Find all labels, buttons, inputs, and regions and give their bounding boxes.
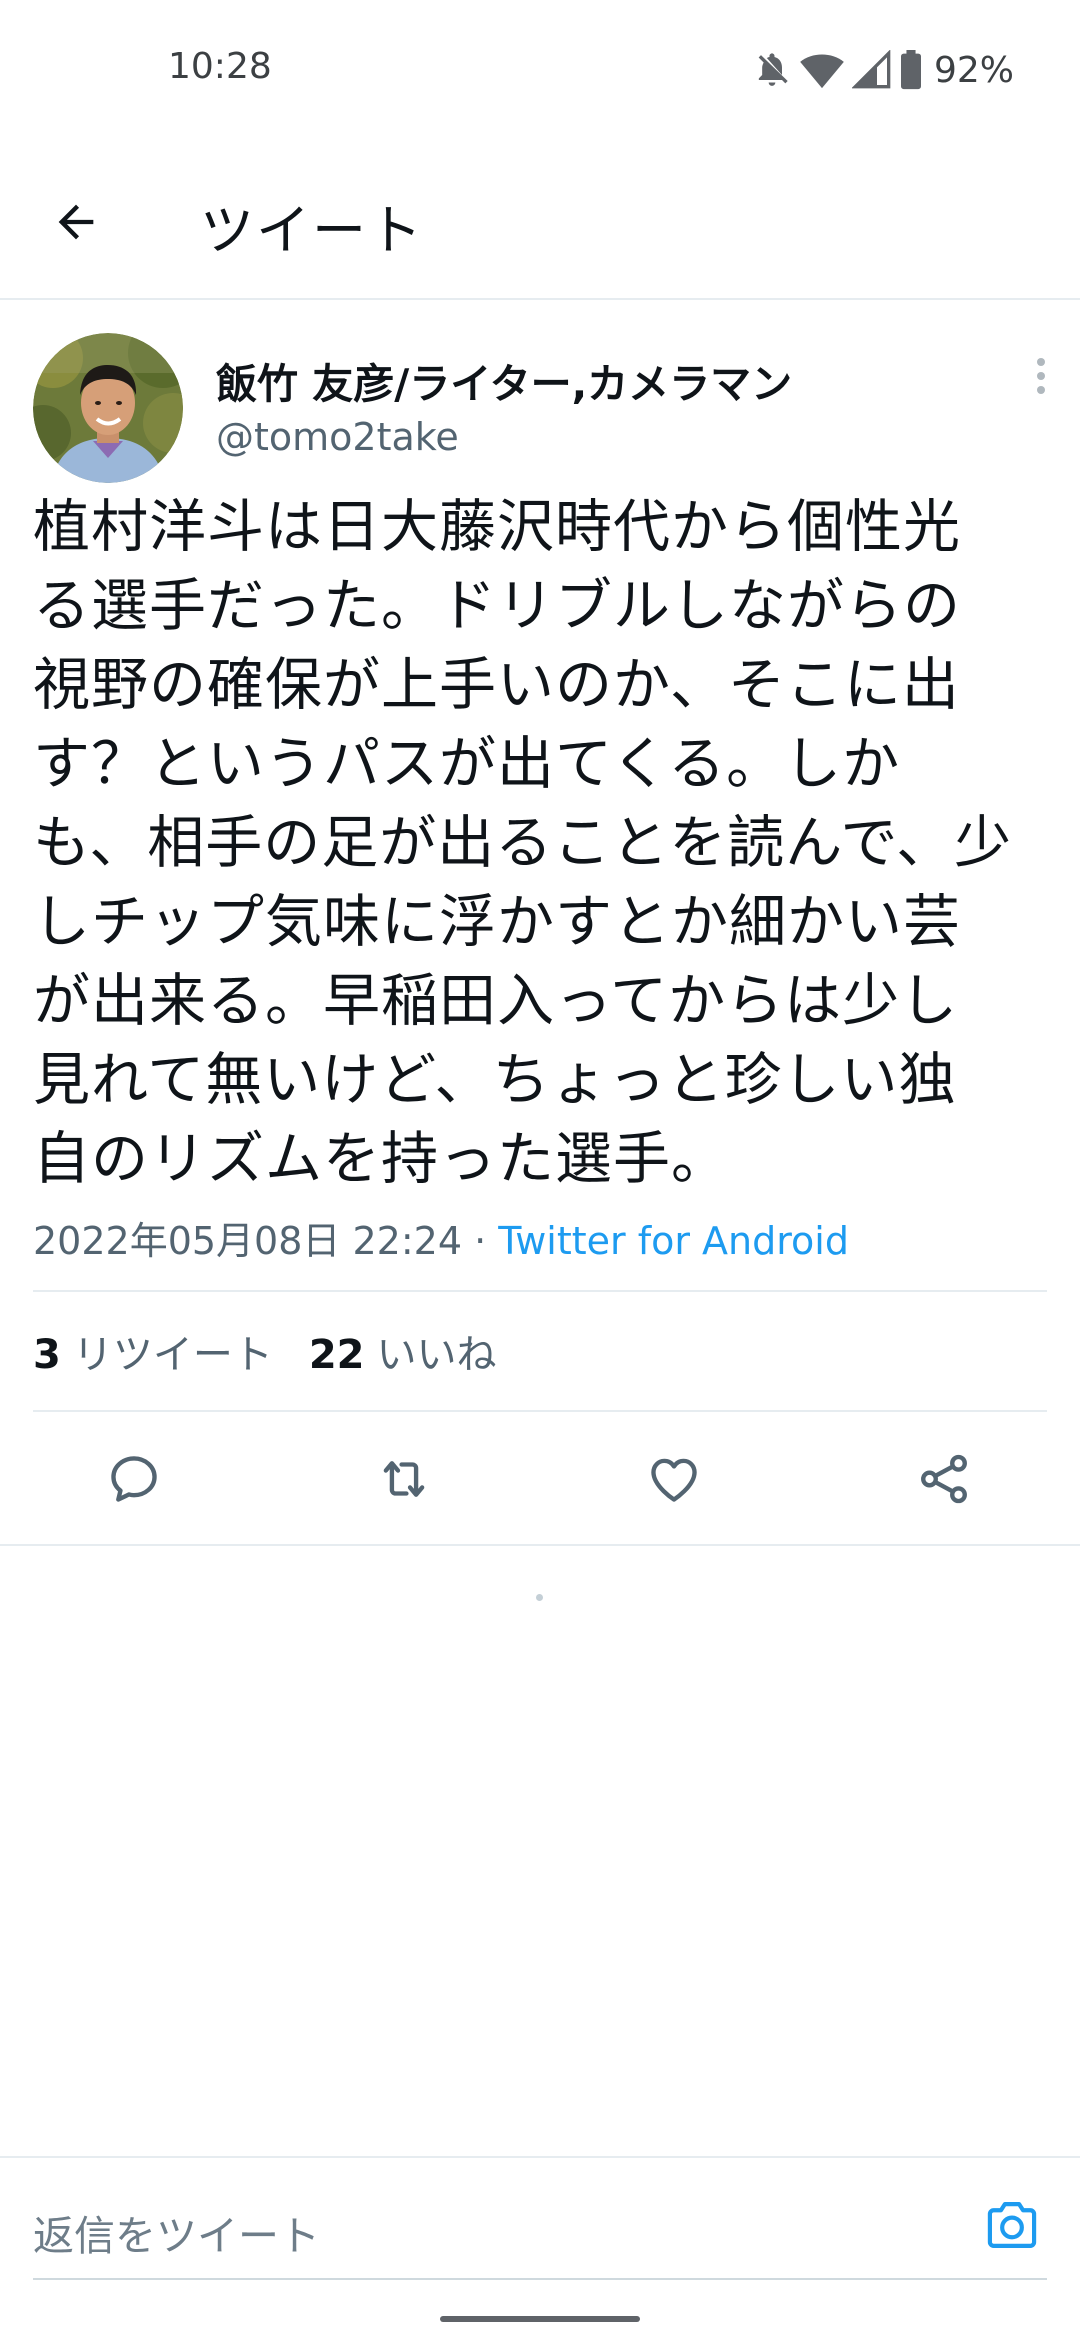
divider [33,1290,1047,1292]
tweet-meta: 2022年05月08日 22:24 · Twitter for Android [33,1210,849,1265]
status-icons: 92% [752,48,1014,92]
like-icon [651,1458,697,1502]
reply-icon [111,1456,157,1502]
signal-icon [851,50,892,90]
avatar[interactable] [33,333,183,483]
like-button[interactable] [638,1448,710,1510]
page-title: ツイート [200,199,424,262]
tweet-source-link[interactable]: Twitter for Android [498,1219,849,1263]
author-handle[interactable]: @tomo2take [216,415,459,459]
like-count[interactable]: 22 [309,1332,365,1378]
loading-indicator [536,1594,543,1601]
tweet-text-line: る選手だった。ドリブルしながらの [33,573,961,639]
retweet-icon [383,1461,425,1497]
camera-button[interactable] [980,2196,1044,2254]
like-label[interactable]: いいね [377,1332,497,1378]
reply-input-underline [33,2278,1047,2280]
retweet-count[interactable]: 3 [33,1332,61,1378]
tweet-text-line: 視野の確保が上手いのか、そこに出 [33,652,960,718]
status-bar: 10:28 92% [0,0,1080,140]
tweet-text-line: す？というパスが出てくる。しか [33,731,901,797]
reply-button[interactable] [98,1448,170,1510]
camera-icon [987,2202,1037,2248]
tweet-text-line: が出来る。早稲田入ってからは少し [33,968,959,1034]
retweet-button[interactable] [368,1448,440,1510]
back-button[interactable] [36,182,116,262]
more-vertical-icon [1037,358,1045,394]
more-options-button[interactable] [1016,350,1066,402]
battery-icon [900,50,922,90]
author-name[interactable]: 飯竹 友彦/ライター,カメラマン [216,350,792,410]
tweet-text: 植村洋斗は日大藤沢時代から個性光 る選手だった。ドリブルしながらの 視野の確保が… [33,488,1053,1199]
tweet-detail-screen: 10:28 92% ツイート 飯竹 友彦/ライター,カメラマン @tomo2ta… [0,0,1080,2340]
tweet-text-line: も、相手の足が出ることを読んで、少 [33,810,1013,876]
tweet-text-line: 自のリズムを持った選手。 [33,1126,729,1192]
divider [0,1544,1080,1546]
avatar-photo [33,333,183,483]
retweet-label[interactable]: リツイート [73,1332,273,1378]
app-bar: ツイート [0,140,1080,300]
tweet-stats: 3 リツイート 22 いいね [33,1322,497,1380]
wifi-icon [800,50,844,90]
status-time: 10:28 [168,46,272,87]
reply-input[interactable]: 返信をツイート [33,2202,320,2262]
tweet-text-line: しチップ気味に浮かすとか細かい芸 [33,889,961,955]
tweet-text-line: 植村洋斗は日大藤沢時代から個性光 [33,494,961,560]
gesture-navigation-bar[interactable] [440,2316,640,2322]
share-icon [921,1454,967,1504]
bell-off-icon [752,50,792,90]
battery-percent: 92% [933,49,1014,91]
share-button[interactable] [908,1448,980,1510]
meta-separator: · [462,1219,499,1263]
arrow-left-icon [58,204,94,240]
reply-bar: 返信をツイート [0,2156,1080,2282]
divider [33,1410,1047,1412]
tweet-text-line: 見れて無いけど、ちょっと珍しい独 [33,1047,957,1113]
tweet-timestamp: 2022年05月08日 22:24 [33,1219,463,1263]
